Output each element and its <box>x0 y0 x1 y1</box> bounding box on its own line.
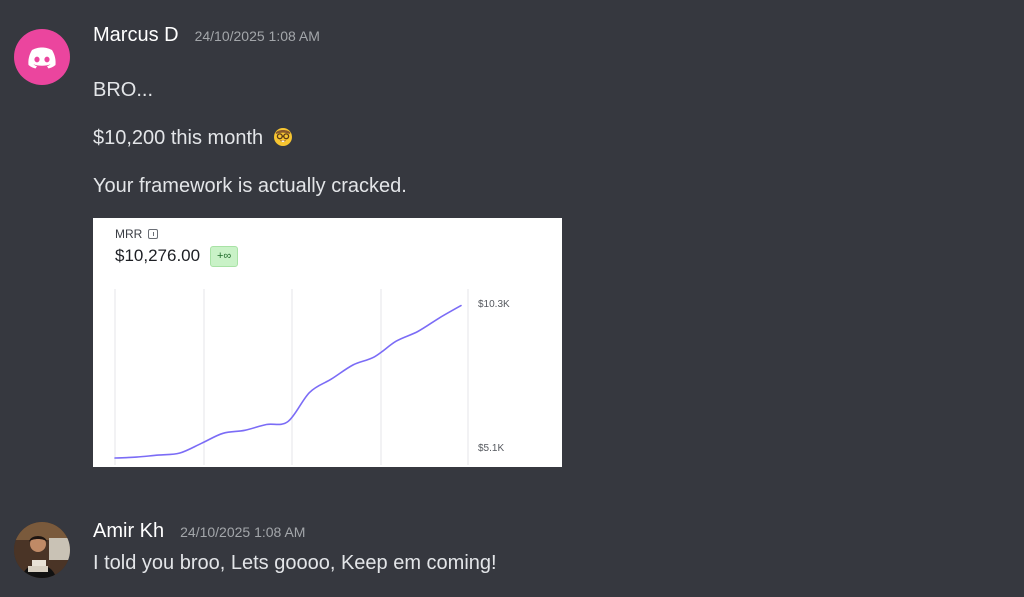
data-point-2 <box>157 454 159 456</box>
data-point-3 <box>179 452 181 454</box>
data-point-6 <box>244 429 246 431</box>
mrr-chart-embed[interactable]: MRR $10,276.00 +∞ $10.3K $5.1K <box>93 218 562 467</box>
series-line-0 <box>114 304 462 459</box>
data-point-9 <box>309 392 311 394</box>
data-point-16 <box>460 305 462 307</box>
data-point-1 <box>136 456 138 458</box>
message-line: Your framework is actually cracked. <box>93 175 407 197</box>
y-tick-label: $5.1K <box>478 443 504 454</box>
data-point-7 <box>266 424 268 426</box>
message-line-with-emoji: $10,200 this month <box>93 125 293 151</box>
data-point-14 <box>417 331 419 333</box>
data-point-13 <box>395 340 397 342</box>
discord-logo-icon <box>28 47 56 69</box>
author-name[interactable]: Marcus D <box>93 22 179 48</box>
profile-photo <box>14 522 70 578</box>
avatar[interactable] <box>14 522 70 578</box>
message-amir: Amir Kh 24/10/2025 1:08 AM I told you br… <box>0 508 1024 597</box>
data-point-15 <box>439 317 441 319</box>
nerd-face-emoji-icon <box>273 128 292 146</box>
message-timestamp: 24/10/2025 1:08 AM <box>194 28 320 44</box>
avatar[interactable] <box>14 29 70 85</box>
message-line: $10,200 this month <box>93 127 264 149</box>
data-point-11 <box>352 364 354 366</box>
mrr-line-chart: $10.3K $5.1K <box>114 289 510 465</box>
message-line: BRO... <box>93 79 154 101</box>
data-point-0 <box>114 457 116 459</box>
data-point-8 <box>287 421 289 423</box>
data-point-4 <box>201 442 203 444</box>
message-marcus: Marcus D 24/10/2025 1:08 AM BRO... $10,2… <box>0 0 1024 490</box>
data-point-5 <box>222 432 224 434</box>
message-line: I told you broo, Lets goooo, Keep em com… <box>93 552 497 574</box>
data-point-10 <box>330 378 332 380</box>
message-timestamp: 24/10/2025 1:08 AM <box>180 524 306 540</box>
data-point-12 <box>374 356 376 358</box>
y-tick-label: $10.3K <box>478 299 510 310</box>
author-name[interactable]: Amir Kh <box>93 518 164 544</box>
